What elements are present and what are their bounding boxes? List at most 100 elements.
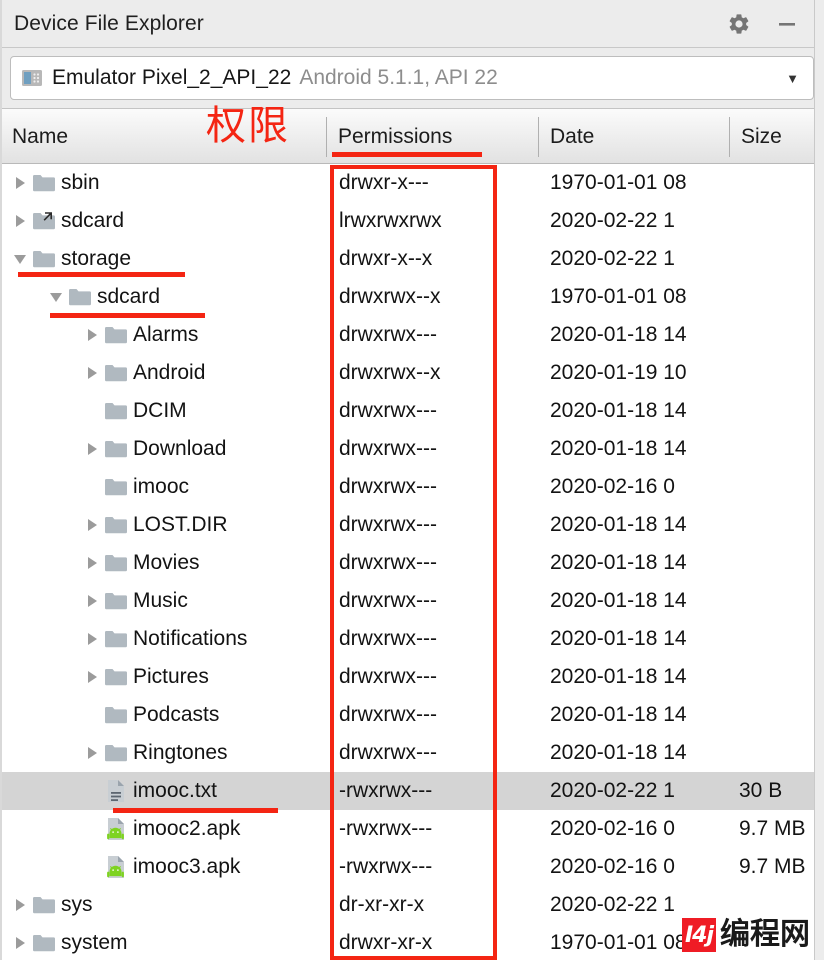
file-name-cell[interactable]: Notifications bbox=[1, 620, 331, 658]
apk-file-icon bbox=[103, 810, 129, 848]
table-row[interactable]: imooc2.apk -rwxrwx--- 2020-02-16 0 9.7 MB bbox=[1, 810, 824, 848]
permissions-cell: drwxr-x--- bbox=[339, 171, 429, 194]
column-resize-handle[interactable] bbox=[326, 117, 327, 157]
chevron-right-icon[interactable] bbox=[81, 506, 103, 544]
table-row[interactable]: sdcard lrwxrwxrwx 2020-02-22 1 bbox=[1, 202, 824, 240]
file-name-cell[interactable]: Podcasts bbox=[1, 696, 331, 734]
column-resize-handle[interactable] bbox=[538, 117, 539, 157]
folder-icon bbox=[103, 620, 129, 658]
file-name-cell[interactable]: system bbox=[1, 924, 331, 960]
permissions-cell: drwxrwx--- bbox=[339, 437, 437, 460]
file-name-cell[interactable]: LOST.DIR bbox=[1, 506, 331, 544]
table-row[interactable]: Ringtones drwxrwx--- 2020-01-18 14 bbox=[1, 734, 824, 772]
date-cell: 1970-01-01 08 bbox=[550, 931, 687, 954]
size-cell bbox=[739, 392, 824, 430]
table-row[interactable]: Pictures drwxrwx--- 2020-01-18 14 bbox=[1, 658, 824, 696]
chevron-right-icon[interactable] bbox=[81, 582, 103, 620]
column-header-date[interactable]: Date bbox=[538, 109, 728, 164]
column-resize-handle[interactable] bbox=[729, 117, 730, 157]
file-name-cell[interactable]: Android bbox=[1, 354, 331, 392]
file-name-label: Download bbox=[133, 437, 227, 460]
table-row[interactable]: sdcard drwxrwx--x 1970-01-01 08 bbox=[1, 278, 824, 316]
permissions-cell: drwxrwx--x bbox=[339, 361, 441, 384]
date-cell: 1970-01-01 08 bbox=[550, 285, 687, 308]
table-row[interactable]: sbin drwxr-x--- 1970-01-01 08 bbox=[1, 164, 824, 202]
size-cell bbox=[739, 202, 824, 240]
column-header-label: Date bbox=[550, 124, 595, 148]
size-cell bbox=[739, 658, 824, 696]
chevron-right-icon[interactable] bbox=[81, 316, 103, 354]
table-row[interactable]: imooc.txt -rwxrwx--- 2020-02-22 1 30 B bbox=[1, 772, 824, 810]
file-name-cell[interactable]: imooc bbox=[1, 468, 331, 506]
table-row[interactable]: imooc drwxrwx--- 2020-02-16 0 bbox=[1, 468, 824, 506]
table-row[interactable]: Alarms drwxrwx--- 2020-01-18 14 bbox=[1, 316, 824, 354]
table-row[interactable]: system drwxr-xr-x 1970-01-01 08 bbox=[1, 924, 824, 960]
chevron-down-icon[interactable] bbox=[45, 278, 67, 316]
chevron-right-icon[interactable] bbox=[81, 658, 103, 696]
file-tree[interactable]: sbin drwxr-x--- 1970-01-01 08 sdcard lrwxrwx… bbox=[0, 164, 824, 960]
folder-icon bbox=[67, 278, 93, 316]
table-row[interactable]: Podcasts drwxrwx--- 2020-01-18 14 bbox=[1, 696, 824, 734]
file-name-cell[interactable]: Music bbox=[1, 582, 331, 620]
chevron-right-icon[interactable] bbox=[81, 544, 103, 582]
device-details-label: Android 5.1.1, API 22 bbox=[299, 66, 498, 89]
chevron-down-icon[interactable]: ▼ bbox=[786, 72, 803, 85]
table-row[interactable]: Music drwxrwx--- 2020-01-18 14 bbox=[1, 582, 824, 620]
file-name-label: Pictures bbox=[133, 665, 209, 688]
table-row[interactable]: storage drwxr-x--x 2020-02-22 1 bbox=[1, 240, 824, 278]
file-name-cell[interactable]: Pictures bbox=[1, 658, 331, 696]
table-row[interactable]: Download drwxrwx--- 2020-01-18 14 bbox=[1, 430, 824, 468]
permissions-cell: drwxrwx--- bbox=[339, 665, 437, 688]
chevron-right-icon[interactable] bbox=[81, 734, 103, 772]
gear-icon[interactable] bbox=[726, 11, 752, 37]
window-left-edge bbox=[0, 0, 2, 960]
file-name-cell[interactable]: Download bbox=[1, 430, 331, 468]
device-file-explorer-window: Device File Explorer Emulator Pixel_2_AP… bbox=[0, 0, 824, 960]
device-dropdown[interactable]: Emulator Pixel_2_API_22 Android 5.1.1, A… bbox=[10, 56, 814, 100]
column-header-label: Permissions bbox=[338, 124, 453, 148]
table-row[interactable]: imooc3.apk -rwxrwx--- 2020-02-16 0 9.7 MB bbox=[1, 848, 824, 886]
file-name-cell[interactable]: imooc2.apk bbox=[1, 810, 331, 848]
file-name-cell[interactable]: sbin bbox=[1, 164, 331, 202]
file-name-cell[interactable]: imooc3.apk bbox=[1, 848, 331, 886]
permissions-cell: -rwxrwx--- bbox=[339, 779, 433, 802]
folder-icon bbox=[103, 506, 129, 544]
file-name-cell[interactable]: sdcard bbox=[1, 202, 331, 240]
file-name-cell[interactable]: imooc.txt bbox=[1, 772, 331, 810]
date-cell: 2020-02-16 0 bbox=[550, 817, 675, 840]
file-name-cell[interactable]: storage bbox=[1, 240, 331, 278]
table-row[interactable]: Android drwxrwx--x 2020-01-19 10 bbox=[1, 354, 824, 392]
column-header-name[interactable]: Name bbox=[0, 109, 325, 164]
folder-icon bbox=[31, 164, 57, 202]
file-name-cell[interactable]: sys bbox=[1, 886, 331, 924]
table-row[interactable]: Movies drwxrwx--- 2020-01-18 14 bbox=[1, 544, 824, 582]
size-cell bbox=[739, 886, 824, 924]
chevron-right-icon[interactable] bbox=[81, 620, 103, 658]
minimize-icon[interactable] bbox=[774, 11, 800, 37]
file-name-cell[interactable]: DCIM bbox=[1, 392, 331, 430]
file-name-cell[interactable]: Movies bbox=[1, 544, 331, 582]
column-header-size[interactable]: Size bbox=[729, 109, 815, 164]
file-name-cell[interactable]: sdcard bbox=[1, 278, 331, 316]
table-row[interactable]: sys dr-xr-xr-x 2020-02-22 1 bbox=[1, 886, 824, 924]
chevron-right-icon[interactable] bbox=[9, 202, 31, 240]
size-cell bbox=[739, 696, 824, 734]
chevron-right-icon[interactable] bbox=[81, 354, 103, 392]
device-selector-bar: Emulator Pixel_2_API_22 Android 5.1.1, A… bbox=[0, 48, 824, 108]
chevron-right-icon[interactable] bbox=[9, 886, 31, 924]
chevron-right-icon[interactable] bbox=[9, 924, 31, 960]
table-row[interactable]: DCIM drwxrwx--- 2020-01-18 14 bbox=[1, 392, 824, 430]
table-row[interactable]: Notifications drwxrwx--- 2020-01-18 14 bbox=[1, 620, 824, 658]
chevron-right-icon[interactable] bbox=[9, 164, 31, 202]
permissions-cell: drwxrwx--- bbox=[339, 551, 437, 574]
file-name-cell[interactable]: Alarms bbox=[1, 316, 331, 354]
file-name-cell[interactable]: Ringtones bbox=[1, 734, 331, 772]
chevron-right-icon[interactable] bbox=[81, 430, 103, 468]
date-cell: 2020-01-18 14 bbox=[550, 627, 687, 650]
column-header-permissions[interactable]: Permissions bbox=[326, 109, 537, 164]
date-cell: 2020-02-22 1 bbox=[550, 779, 675, 802]
chevron-down-icon[interactable] bbox=[9, 240, 31, 278]
table-row[interactable]: LOST.DIR drwxrwx--- 2020-01-18 14 bbox=[1, 506, 824, 544]
permissions-cell: drwxrwx--x bbox=[339, 285, 441, 308]
